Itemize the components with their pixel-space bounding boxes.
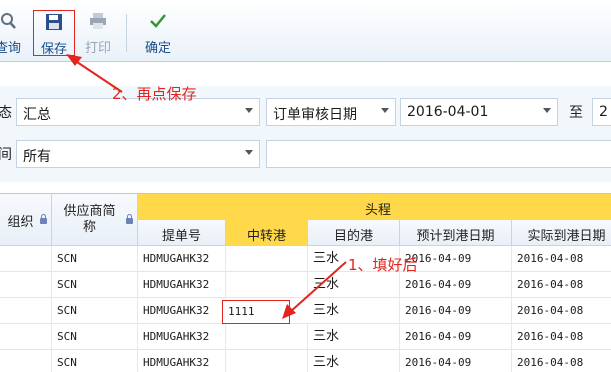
annotation-arrows: [66, 54, 347, 319]
arrow-to-cell: [289, 261, 347, 313]
annotation-step1: 1、填好后: [348, 256, 418, 274]
annotation-step2: 2、再点保存: [112, 85, 197, 103]
arrowhead-icon: [282, 304, 296, 319]
